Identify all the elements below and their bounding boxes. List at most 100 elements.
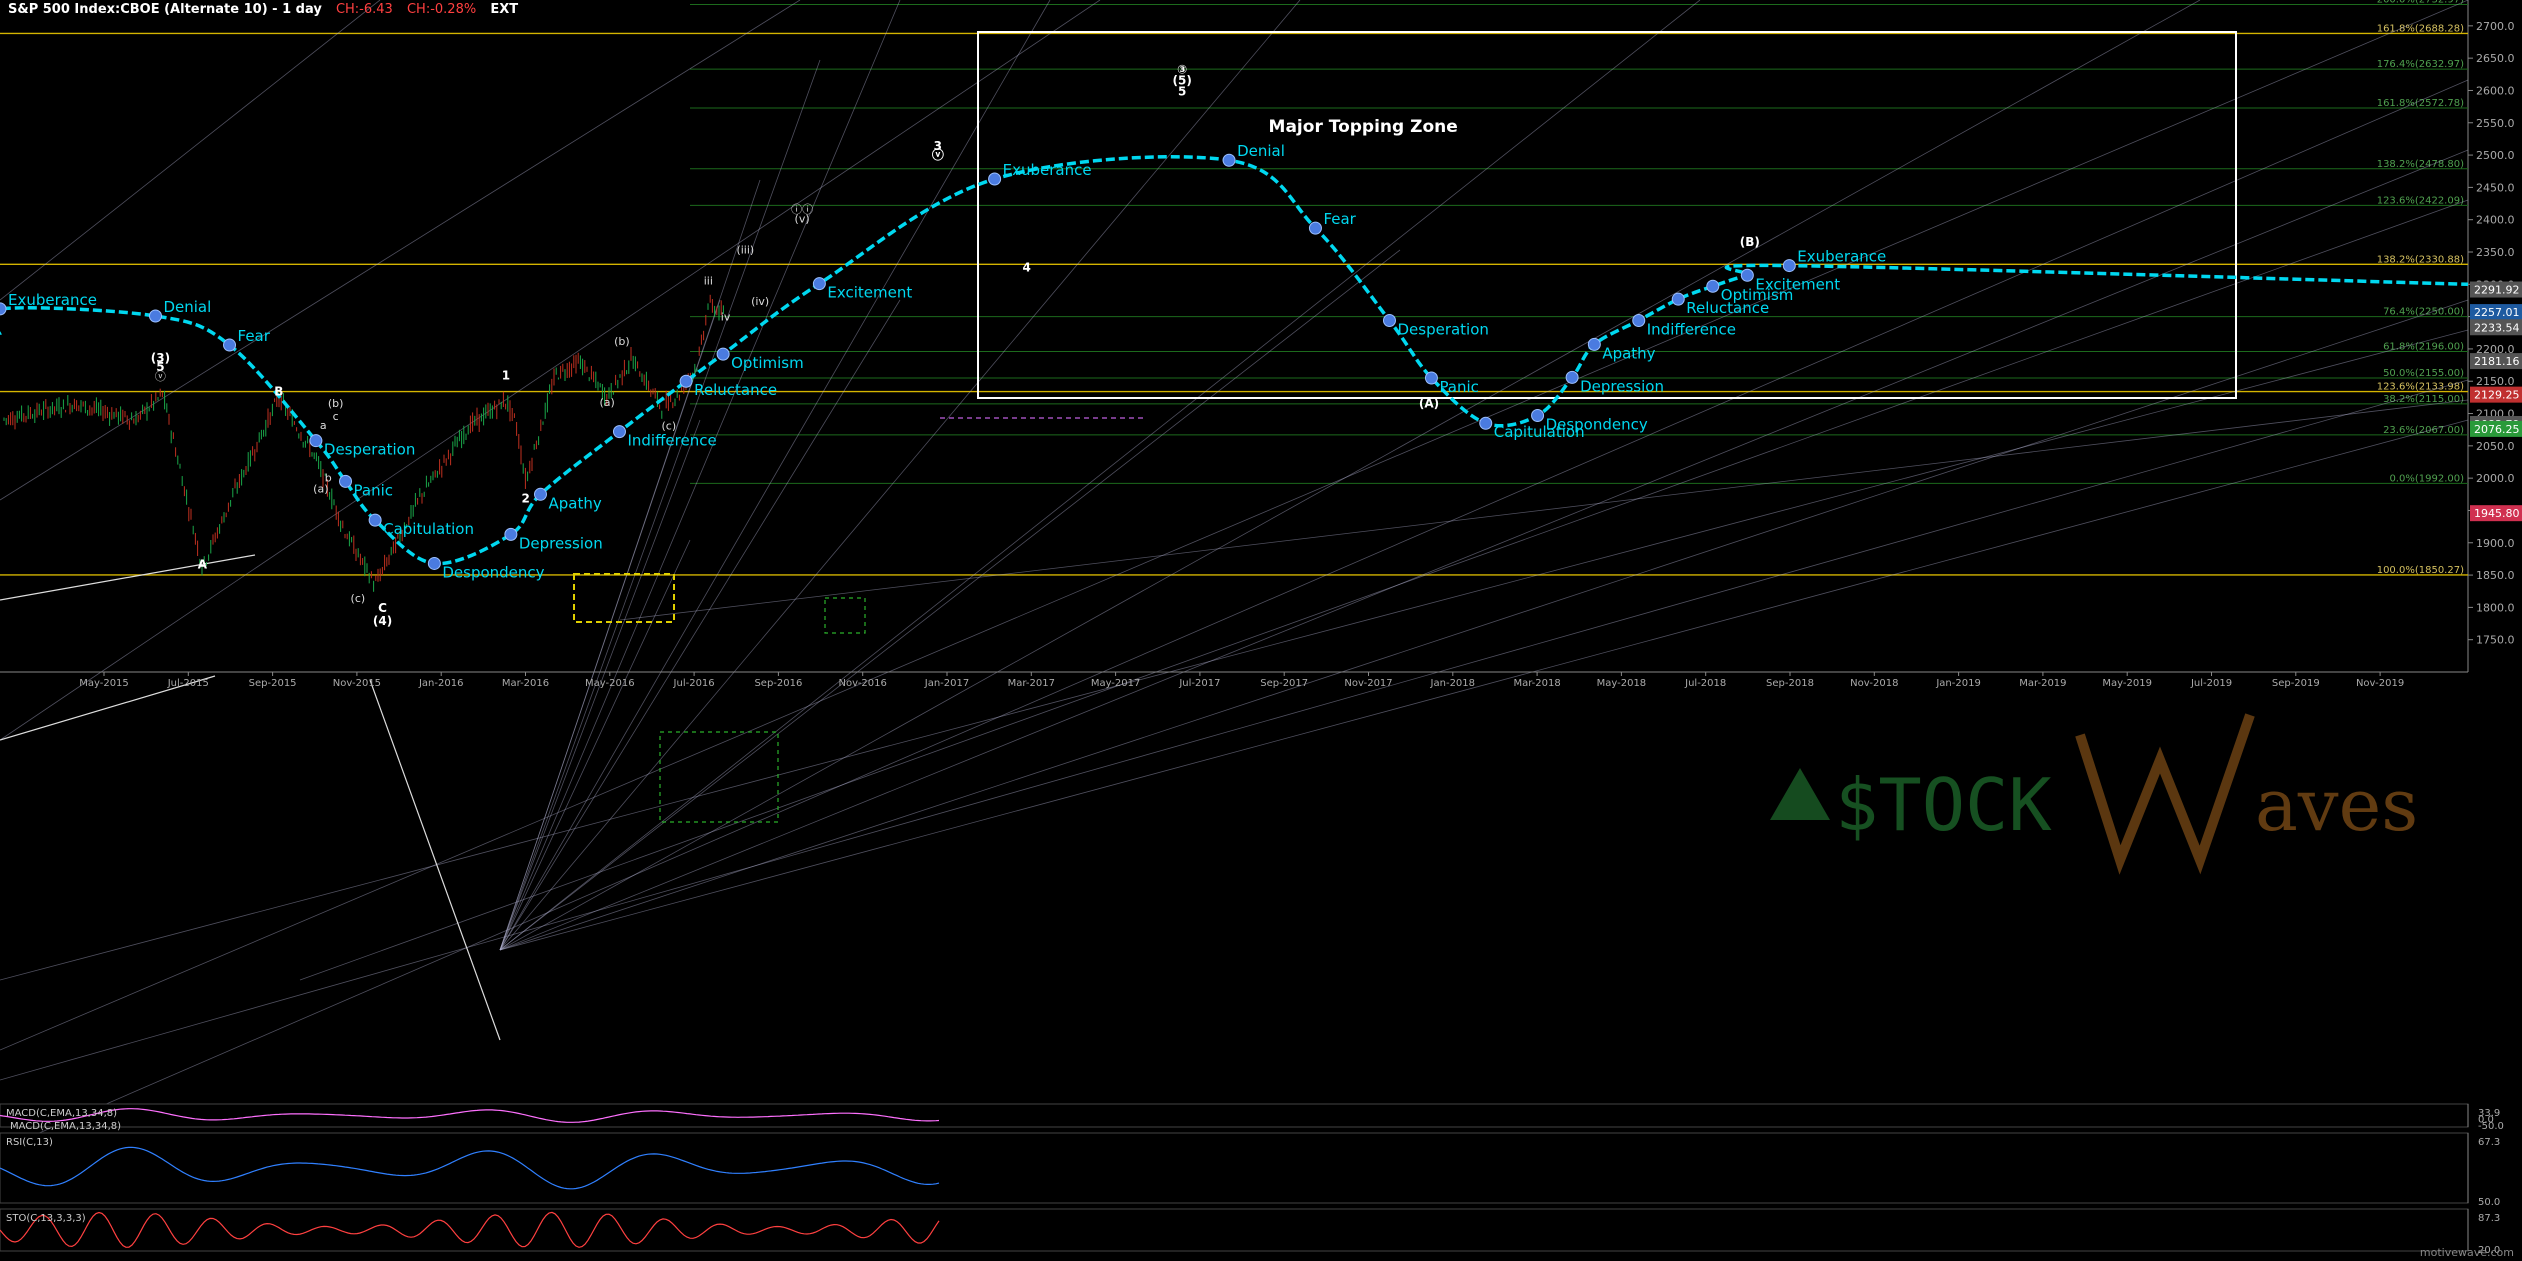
x-tick-label: Nov-2017	[1344, 678, 1392, 689]
sentiment-point	[309, 434, 323, 448]
rsi-panel	[0, 1132, 2469, 1204]
x-tick-label: Sep-2019	[2272, 678, 2320, 689]
sentiment-point	[1706, 279, 1720, 293]
sentiment-point	[1479, 416, 1493, 430]
rsi-tick-label: 67.3	[2478, 1137, 2500, 1148]
sentiment-label: Exuberance	[1003, 161, 1092, 179]
wave-label: Major Topping Zone	[1269, 117, 1458, 137]
sentiment-point	[1531, 408, 1545, 422]
fib-level-label: 138.2%(2330.88)	[2377, 254, 2464, 265]
sentiment-point	[679, 374, 693, 388]
watermark-w-icon	[2075, 713, 2255, 875]
sentiment-label: Indifference	[1647, 320, 1736, 338]
x-tick-label: May-2016	[585, 678, 635, 689]
price-tag-label: 2076.25	[2474, 423, 2520, 436]
sentiment-point	[1587, 337, 1601, 351]
x-tick-label: Sep-2015	[249, 678, 297, 689]
sentiment-point	[1782, 259, 1796, 273]
sentiment-label: Fear	[238, 327, 271, 345]
wave-label: iii	[704, 274, 713, 287]
sentiment-point	[223, 338, 237, 352]
wave-label: 2	[522, 492, 530, 506]
wave-label: 5	[1178, 85, 1186, 99]
watermark-right-text: aves	[2255, 763, 2418, 847]
wave-label: (4)	[373, 614, 392, 628]
x-tick-label: Sep-2017	[1260, 678, 1308, 689]
sentiment-label: Exuberance	[8, 291, 97, 309]
wave-label: B	[274, 384, 283, 398]
rsi-tick-label: 50.0	[2478, 1197, 2500, 1208]
y-tick-label: 1800.0	[2476, 601, 2515, 614]
wave-label: (b)	[614, 335, 630, 348]
wave-label: (B)	[1740, 235, 1760, 249]
fib-level-label: 50.0%(2155.00)	[2383, 368, 2464, 379]
x-tick-label: Mar-2016	[502, 678, 549, 689]
price-tag-label: 2257.01	[2474, 306, 2520, 319]
chart[interactable]: $TOCKaves1750.01800.01850.01900.01950.02…	[0, 0, 2522, 1261]
y-tick-label: 2600.0	[2476, 84, 2515, 97]
wave-label: (iv)	[751, 295, 769, 308]
wave-label: (b)	[328, 397, 344, 410]
sentiment-label: Optimism	[731, 354, 804, 372]
fib-level-label: 61.8%(2196.00)	[2383, 342, 2464, 353]
price-tag-label: 2233.54	[2474, 321, 2520, 334]
y-tick-label: 2650.0	[2476, 52, 2515, 65]
fib-level-label: 138.2%(2478.80)	[2377, 159, 2464, 170]
change-value: CH:-6.43	[335, 2, 393, 17]
wave-label: (v)	[795, 212, 810, 225]
sentiment-label: Capitulation	[383, 520, 474, 538]
y-tick-label: 2150.0	[2476, 375, 2515, 388]
wave-label: 4	[1023, 260, 1031, 274]
sentiment-point	[533, 487, 547, 501]
y-tick-label: 1850.0	[2476, 569, 2515, 582]
sentiment-label: Desperation	[1397, 320, 1488, 338]
sentiment-label: Desperation	[324, 441, 415, 459]
macd-label-2: MACD(C,EMA,13,34,8)	[10, 1121, 121, 1132]
wave-label: (A)	[1419, 397, 1439, 411]
sentiment-label: Denial	[163, 298, 211, 316]
watermark-left-text: $TOCK	[1835, 763, 2052, 847]
y-tick-label: 2400.0	[2476, 214, 2515, 227]
x-tick-label: Mar-2019	[2019, 678, 2066, 689]
x-tick-label: Jul-2019	[2190, 678, 2232, 689]
stoch-panel	[0, 1208, 2469, 1252]
x-tick-label: Jan-2016	[418, 678, 463, 689]
watermark-triangle-icon	[1770, 768, 1830, 820]
source-label: motivewave.com	[2419, 1246, 2514, 1259]
chart-title: S&P 500 Index:CBOE (Alternate 10) - 1 da…	[8, 2, 322, 17]
sentiment-point	[1671, 292, 1685, 306]
wave-label: 1	[502, 368, 510, 382]
wave-label: iv	[721, 310, 731, 323]
x-tick-label: May-2018	[1597, 678, 1647, 689]
fib-level-label: 161.8%(2688.28)	[2377, 23, 2464, 34]
sentiment-point	[1382, 313, 1396, 327]
x-tick-label: Jul-2016	[673, 678, 715, 689]
wave-label: C	[378, 601, 387, 615]
sentiment-point	[1565, 370, 1579, 384]
sentiment-label: Despondency	[1546, 415, 1648, 433]
sentiment-point	[339, 474, 353, 488]
x-tick-label: Nov-2015	[333, 678, 381, 689]
wave-label: (iii)	[736, 243, 754, 256]
fib-level-label: 161.8%(2572.78)	[2377, 98, 2464, 109]
ext-label: EXT	[490, 2, 519, 17]
x-tick-label: Jul-2017	[1178, 678, 1220, 689]
x-tick-label: May-2017	[1091, 678, 1141, 689]
x-tick-label: Nov-2018	[1850, 678, 1898, 689]
sentiment-point	[368, 513, 382, 527]
y-tick-label: 1900.0	[2476, 537, 2515, 550]
sentiment-label: Apathy	[1602, 344, 1655, 362]
x-tick-label: Nov-2019	[2356, 678, 2404, 689]
sentiment-point	[504, 527, 518, 541]
wave-label: (c)	[351, 592, 366, 605]
wave-label: (a)	[599, 396, 614, 409]
fib-level-label: 200.0%(2732.97)	[2377, 0, 2464, 6]
x-tick-label: Sep-2016	[754, 678, 802, 689]
y-tick-label: 2450.0	[2476, 181, 2515, 194]
y-tick-label: 2000.0	[2476, 472, 2515, 485]
stoch-tick-label: 87.3	[2478, 1213, 2500, 1224]
sentiment-point	[1632, 313, 1646, 327]
sentiment-label: Fear	[1323, 210, 1356, 228]
sentiment-point	[1308, 221, 1322, 235]
wave-label: A	[198, 558, 208, 572]
